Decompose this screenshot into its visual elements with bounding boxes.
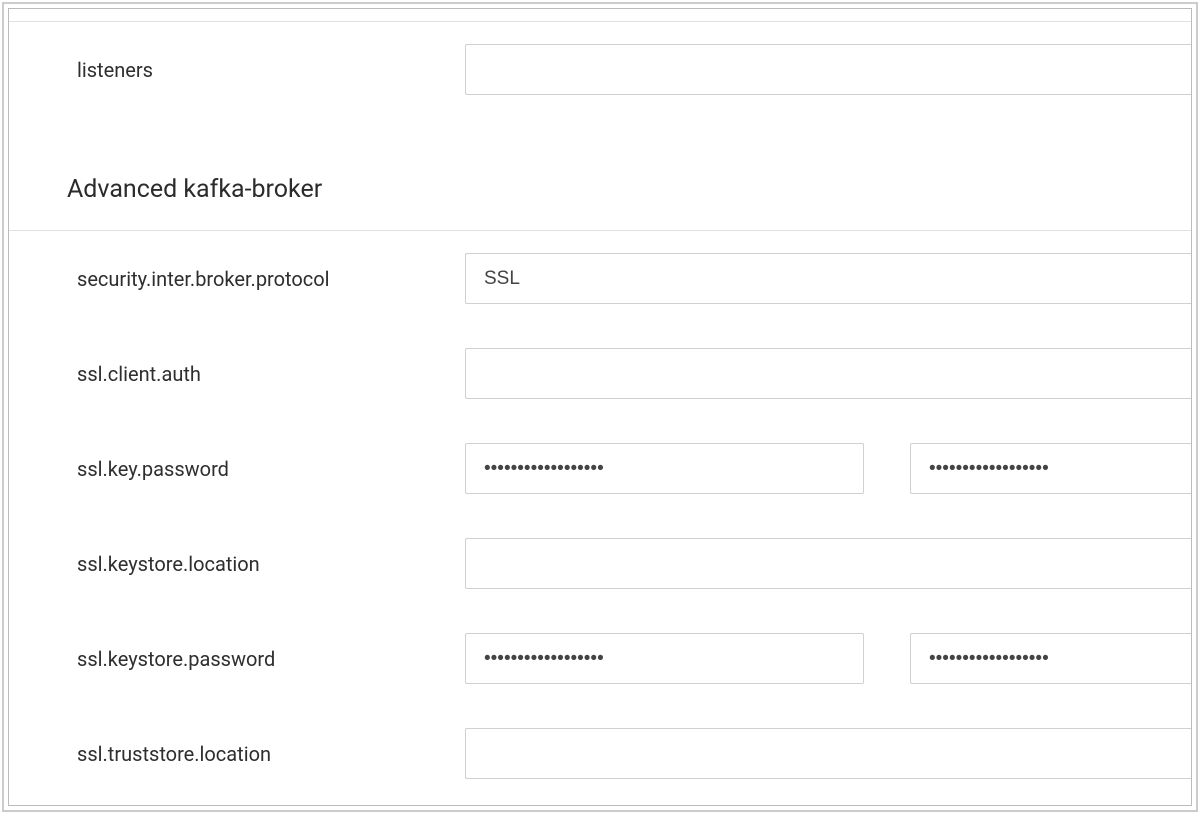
ssl-key-password-confirm-input[interactable] [910, 443, 1192, 494]
ssl-key-password-row: ssl.key.password [77, 421, 1191, 516]
config-content: listeners Advanced kafka-broker security… [9, 21, 1191, 806]
listeners-row: listeners [77, 22, 1191, 117]
security-inter-broker-protocol-input-area [465, 253, 1191, 304]
ssl-truststore-location-input[interactable] [465, 728, 1192, 779]
ssl-client-auth-input[interactable] [465, 348, 1192, 399]
ssl-truststore-location-input-area [465, 728, 1191, 779]
ssl-key-password-label: ssl.key.password [77, 457, 465, 481]
ssl-keystore-location-input-area [465, 538, 1191, 589]
listeners-label: listeners [77, 58, 465, 82]
ssl-keystore-location-row: ssl.keystore.location [77, 516, 1191, 611]
ssl-truststore-password-row: ssl.truststore.password [77, 801, 1191, 806]
ssl-keystore-location-label: ssl.keystore.location [77, 552, 465, 576]
ssl-client-auth-label: ssl.client.auth [77, 362, 465, 386]
ssl-keystore-location-input[interactable] [465, 538, 1192, 589]
security-inter-broker-protocol-input[interactable] [465, 253, 1192, 304]
ssl-keystore-password-input-area [465, 633, 1191, 684]
security-inter-broker-protocol-row: security.inter.broker.protocol [77, 231, 1191, 326]
ssl-truststore-location-label: ssl.truststore.location [77, 742, 465, 766]
ssl-client-auth-row: ssl.client.auth [77, 326, 1191, 421]
ssl-key-password-input-area [465, 443, 1191, 494]
ssl-key-password-input[interactable] [465, 443, 864, 494]
ssl-keystore-password-confirm-input[interactable] [910, 633, 1192, 684]
section-heading-advanced-kafka-broker: Advanced kafka-broker [67, 117, 1191, 230]
ssl-client-auth-input-area [465, 348, 1191, 399]
ssl-keystore-password-input[interactable] [465, 633, 864, 684]
inner-frame: listeners Advanced kafka-broker security… [8, 8, 1192, 806]
listeners-input[interactable] [465, 44, 1192, 95]
ssl-truststore-location-row: ssl.truststore.location [77, 706, 1191, 801]
ssl-keystore-password-row: ssl.keystore.password [77, 611, 1191, 706]
ssl-keystore-password-label: ssl.keystore.password [77, 647, 465, 671]
listeners-input-area [465, 44, 1191, 95]
security-inter-broker-protocol-label: security.inter.broker.protocol [77, 267, 465, 291]
outer-frame: listeners Advanced kafka-broker security… [2, 2, 1198, 812]
